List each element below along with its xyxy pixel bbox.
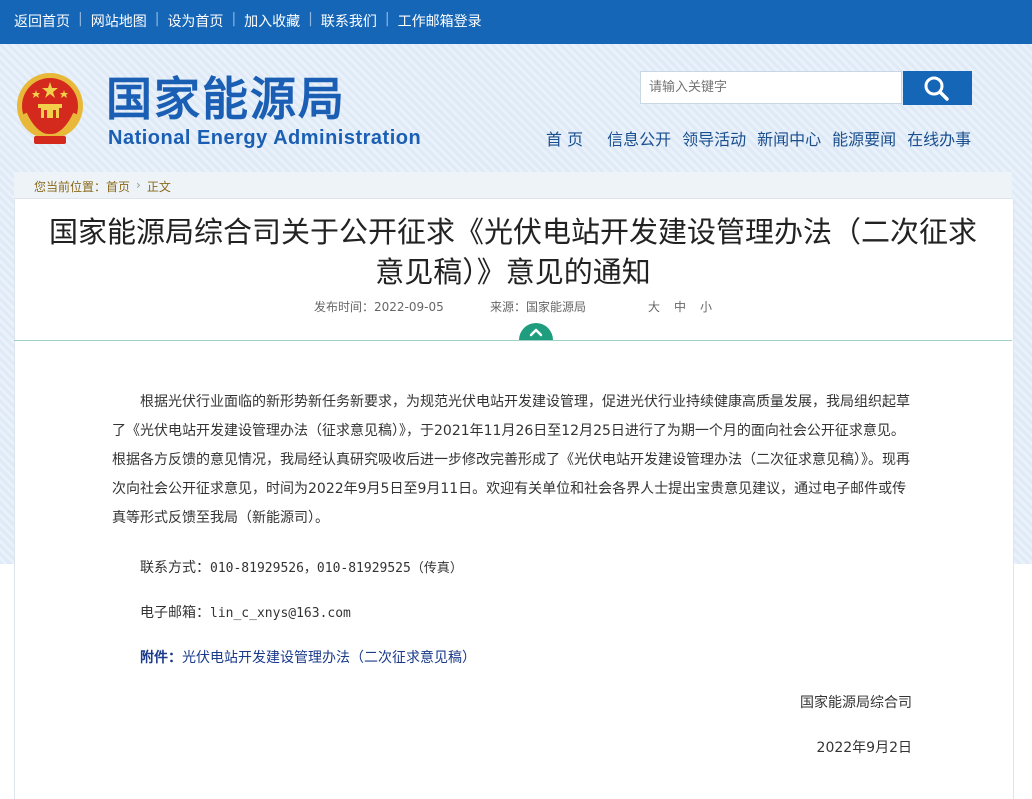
font-size-switcher: 大 中 小 bbox=[648, 298, 726, 315]
search-icon bbox=[924, 76, 949, 101]
search-button[interactable] bbox=[903, 71, 972, 105]
top-link-separator: | bbox=[154, 11, 160, 27]
top-link-mail-login[interactable]: 工作邮箱登录 bbox=[398, 11, 482, 31]
top-link-contact[interactable]: 联系我们 bbox=[321, 11, 377, 31]
nav-home[interactable]: 首 页 bbox=[546, 126, 583, 150]
top-link-separator: | bbox=[231, 11, 237, 27]
logo-chinese: 国家能源局 bbox=[106, 72, 346, 126]
font-size-large[interactable]: 大 bbox=[648, 298, 660, 315]
top-link-set-home[interactable]: 设为首页 bbox=[167, 11, 223, 31]
main-nav: 首 页 信息公开 领导活动 新闻中心 能源要闻 在线办事 bbox=[546, 126, 971, 150]
attachment-link[interactable]: 光伏电站开发建设管理办法（二次征求意见稿） bbox=[182, 650, 476, 666]
breadcrumb-prefix: 您当前位置： bbox=[34, 180, 107, 194]
chevron-up-icon bbox=[529, 328, 543, 337]
article-title: 国家能源局综合司关于公开征求《光伏电站开发建设管理办法（二次征求 意见稿）》意见… bbox=[14, 212, 1012, 292]
article-title-line: 国家能源局综合司关于公开征求《光伏电站开发建设管理办法（二次征求 bbox=[48, 215, 977, 249]
contact-value: 010-81929526，010-81929525（传真） bbox=[210, 561, 463, 576]
publish-time: 发布时间：2022-09-05 bbox=[314, 300, 444, 314]
chevron-right-icon: › bbox=[136, 178, 141, 192]
email-line: 电子邮箱：lin_c_xnys@163.com bbox=[140, 602, 351, 622]
top-bar: 返回首页 | 网站地图 | 设为首页 | 加入收藏 | 联系我们 | 工作邮箱登… bbox=[0, 0, 1032, 44]
national-emblem-icon bbox=[17, 73, 83, 144]
article-source: 来源：国家能源局 bbox=[490, 300, 587, 314]
top-link-separator: | bbox=[308, 11, 313, 27]
collapse-toggle[interactable] bbox=[519, 323, 553, 340]
font-size-medium[interactable]: 中 bbox=[674, 298, 686, 315]
nav-energy-news[interactable]: 能源要闻 bbox=[832, 126, 896, 150]
logo-english: National Energy Administration bbox=[108, 127, 422, 149]
contact-label: 联系方式： bbox=[140, 560, 210, 576]
top-link-sitemap[interactable]: 网站地图 bbox=[91, 11, 147, 31]
contact-line: 联系方式：010-81929526，010-81929525（传真） bbox=[140, 557, 463, 577]
font-size-small[interactable]: 小 bbox=[700, 298, 712, 315]
email-label: 电子邮箱： bbox=[140, 605, 210, 621]
attachment-label: 附件： bbox=[140, 650, 182, 666]
email-value: lin_c_xnys@163.com bbox=[210, 606, 351, 621]
top-links: 返回首页 | 网站地图 | 设为首页 | 加入收藏 | 联系我们 | 工作邮箱登… bbox=[14, 11, 482, 31]
signature-date: 2022年9月2日 bbox=[816, 740, 912, 756]
breadcrumb-current[interactable]: 正文 bbox=[147, 178, 171, 195]
breadcrumb: 您当前位置： 首页 › 正文 bbox=[14, 172, 1012, 199]
article-meta: 发布时间：2022-09-05 来源：国家能源局 大 中 小 bbox=[14, 298, 1012, 318]
nav-info-public[interactable]: 信息公开 bbox=[607, 126, 671, 150]
article-paragraph: 根据光伏行业面临的新形势新任务新要求，为规范光伏电站开发建设管理，促进光伏行业持… bbox=[112, 394, 910, 526]
top-link-favorite[interactable]: 加入收藏 bbox=[244, 11, 300, 31]
article-body: 根据光伏行业面临的新形势新任务新要求，为规范光伏电站开发建设管理，促进光伏行业持… bbox=[112, 388, 912, 533]
nav-leader-activity[interactable]: 领导活动 bbox=[682, 126, 746, 150]
signature: 国家能源局综合司 bbox=[800, 695, 912, 711]
nav-online-service[interactable]: 在线办事 bbox=[907, 126, 971, 150]
attachment-line: 附件：光伏电站开发建设管理办法（二次征求意见稿） bbox=[140, 647, 476, 667]
top-link-home[interactable]: 返回首页 bbox=[14, 11, 70, 31]
top-link-separator: | bbox=[384, 11, 390, 27]
article-title-line: 意见稿）》意见的通知 bbox=[375, 255, 651, 289]
nav-news-center[interactable]: 新闻中心 bbox=[757, 126, 821, 150]
meta-divider bbox=[14, 340, 1012, 341]
top-link-separator: | bbox=[78, 11, 83, 27]
breadcrumb-home[interactable]: 首页 bbox=[106, 178, 130, 195]
search-input[interactable] bbox=[640, 71, 902, 104]
